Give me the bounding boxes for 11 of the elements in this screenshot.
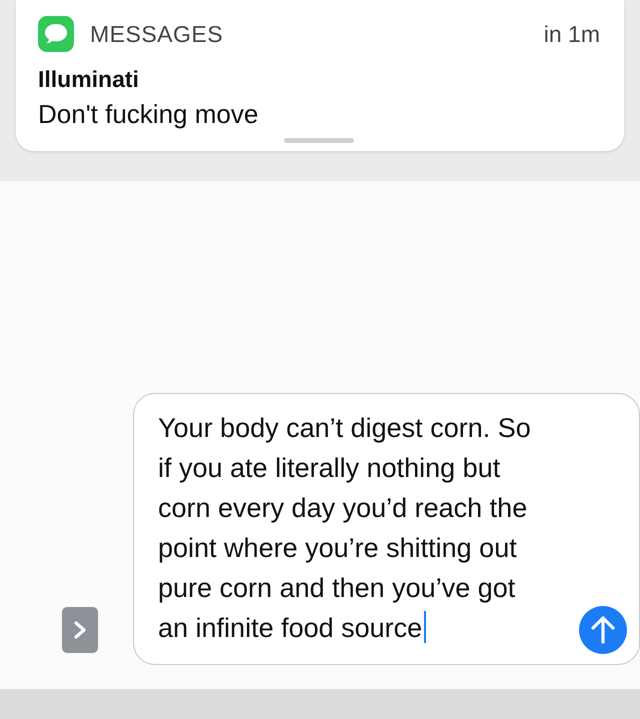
- notification-time: in 1m: [544, 20, 600, 48]
- notification-message: Don't fucking move: [38, 99, 260, 130]
- text-cursor-icon: [424, 611, 426, 643]
- send-button[interactable]: [579, 606, 627, 654]
- message-field[interactable]: Your body can’t digest corn. So if you ate literally nothing but corn every day you’d reach the point where you’re shitting out pure corn and then you’ve got an infinite food source: [133, 393, 640, 665]
- drag-handle[interactable]: [284, 138, 354, 143]
- notification-card[interactable]: MESSAGES in 1m Illuminati Don't fucking move: [16, 0, 624, 151]
- chevron-button[interactable]: [62, 607, 98, 653]
- app-name: MESSAGES: [90, 20, 224, 48]
- sender-name: Illuminati: [38, 66, 140, 93]
- chat-bubble-icon: [38, 16, 74, 52]
